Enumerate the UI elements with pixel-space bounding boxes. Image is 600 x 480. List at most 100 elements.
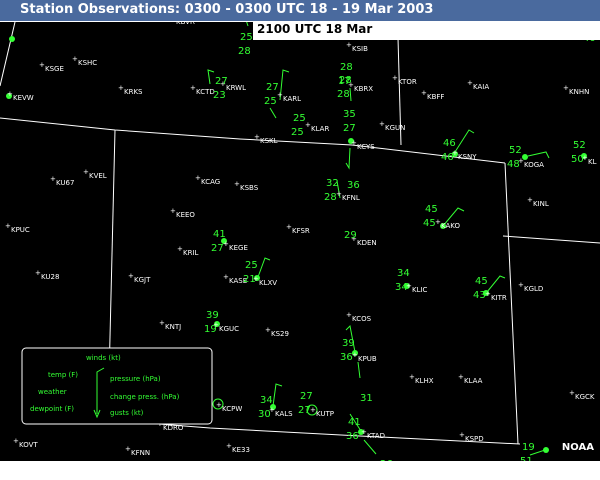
station-label: KCTD [196,88,215,96]
station-label: KEVW [13,94,34,102]
wind-barb [345,147,351,170]
station-label: KSPD [465,435,484,443]
station-label: KSIB [352,45,368,53]
temperature-value: 28 [340,62,353,73]
station-label: KEEO [176,211,195,219]
station-label: KBFF [427,93,444,101]
station-label: KDRO [163,424,184,432]
wind-barbs [207,13,550,456]
temperature-value: 39 [206,310,219,321]
station-label: KU28 [41,273,59,281]
time-label-box: 2100 UTC 18 Mar [253,21,600,40]
station-label: KRIL [183,249,199,257]
wind-barb [207,69,215,85]
dewpoint-value: 36 [340,352,353,363]
station-label: KNTJ [165,323,181,331]
north-border [0,21,16,87]
station-label: KSGE [45,65,64,73]
temperature-value: 27 [300,391,313,402]
station-label: KCYS [357,143,375,151]
dewpoint-value: 36 [347,180,360,191]
station-label: KRKS [124,88,143,96]
legend-gusts: gusts (kt) [110,409,144,417]
map-view: +KBVR+KSGE+KSHC+KEVW+KRKS+KCTD+KRWL+KARL… [0,0,600,480]
station-label: KFNL [342,194,360,202]
legend-change: change press. (hPa) [110,393,180,401]
page-title: Station Observations: 0300 - 0300 UTC 18… [20,2,434,17]
dewpoint-value: 34 [395,282,408,293]
dewpoint-value: 28 [324,192,337,203]
wind-barb [363,439,377,455]
station-label: KFNN [131,449,150,457]
temperature-value: 34 [260,395,273,406]
dewpoint-value: 46 [441,152,454,163]
legend-temp: temp (F) [48,371,78,379]
station-label: KGLD [524,285,543,293]
temperature-value: 45 [425,204,438,215]
time-label: 2100 UTC 18 Mar [257,22,373,36]
station-label: KLIC [412,286,428,294]
dewpoint-value: 27 [298,405,311,416]
temperature-value: 46 [443,138,456,149]
wyoming-south-border [0,117,506,164]
dewpoint-value: 27 [211,243,224,254]
temperature-value: 32 [326,178,339,189]
station-label: KGUN [385,124,405,132]
wind-barb [527,151,550,159]
legend-dewpoint: dewpoint (F) [30,405,74,413]
station-label: KVEL [89,172,107,180]
station-label: KTAD [367,432,385,440]
station-label: KTOR [398,78,417,86]
station-circle [9,36,15,42]
station-label: KOGA [524,161,544,169]
station-label: KOVT [19,441,38,449]
temperature-value: 52 [573,140,586,151]
station-label: KGJT [134,276,151,284]
station-label: KSNY [458,153,477,161]
dewpoint-value: 29 [344,230,357,241]
temperature-value: 27 [343,123,356,134]
station-label: KEGE [229,244,248,252]
dewpoint-value: 31 [360,393,373,404]
station-label: KALS [275,410,293,418]
dewpoint-value: 21 [243,274,256,285]
station-label: KINL [533,200,549,208]
title-bar: Station Observations: 0300 - 0300 UTC 18… [0,0,600,22]
temperature-value: 25 [245,260,258,271]
dewpoint-value: 23 [213,90,226,101]
station-label: KRWL [226,84,246,92]
temperature-value: 34 [397,268,410,279]
station-label: KAKO [441,222,460,230]
noaa-credit: NOAA [561,442,594,453]
station-label: KITR [491,294,507,302]
station-label: KLXV [259,279,277,287]
dewpoint-value: 28 [238,46,251,57]
wind-barb [357,361,361,379]
station-label: KLAA [464,377,483,385]
station-circle [543,447,549,453]
station-label: KGCK [575,393,595,401]
wind-barb [272,383,283,407]
temperature-value: 35 [343,109,356,120]
station-label: KCPW [222,405,242,413]
nebraska-kansas-border [502,235,600,244]
station-label: KS29 [271,330,289,338]
dewpoint-value: 28 [337,89,350,100]
temperature-value: 19 [522,442,535,453]
station-label: KUTP [316,410,334,418]
station-label: KU67 [56,179,74,187]
temperature-value: 41 [213,229,226,240]
temperature-value: 25 [240,32,253,43]
station-label: KCAG [201,178,220,186]
bottom-bar [0,461,600,480]
dewpoint-value: 48 [507,159,520,170]
station-label: KSKL [260,137,278,145]
legend-winds: winds (kt) [86,354,121,362]
station-label: KPUC [11,226,30,234]
station-label: KCOS [352,315,372,323]
temperature-value: 27 [215,76,228,87]
wind-barb [257,257,271,278]
station-label: KE33 [232,446,250,454]
station-label: KARL [283,95,301,103]
station-label: KDEN [357,239,377,247]
